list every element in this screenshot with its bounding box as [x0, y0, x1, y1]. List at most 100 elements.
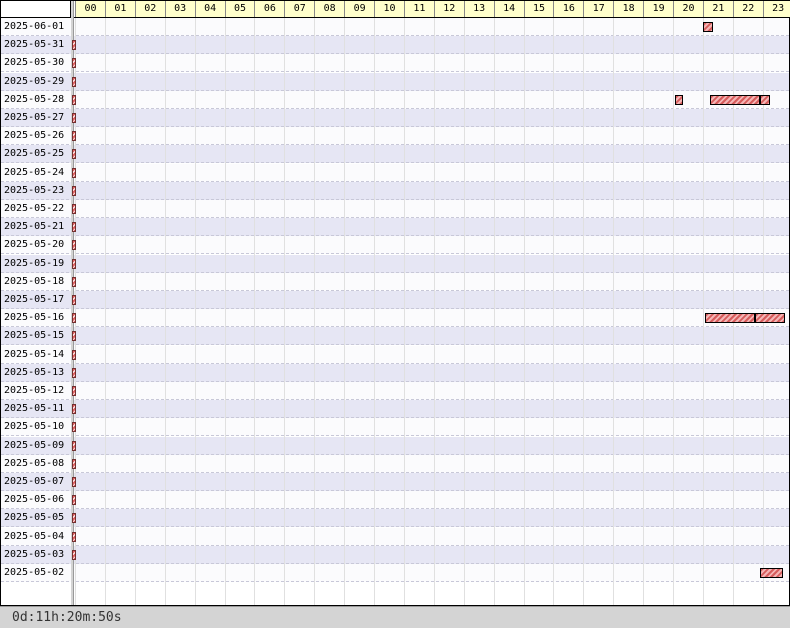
hour-gridline — [762, 18, 764, 605]
date-row: 2025-05-05 — [1, 509, 789, 528]
day-start-marker — [72, 185, 76, 196]
hour-column-header: 07 — [284, 1, 315, 17]
date-row: 2025-05-20 — [1, 236, 789, 255]
date-label: 2025-05-02 — [4, 567, 65, 578]
session-bar[interactable] — [702, 22, 713, 32]
day-start-marker — [72, 40, 76, 51]
hour-gridline — [284, 18, 286, 605]
date-row: 2025-05-03 — [1, 545, 789, 564]
day-start-marker — [72, 276, 76, 287]
day-start-marker — [72, 58, 76, 69]
date-row: 2025-05-08 — [1, 454, 789, 473]
date-label: 2025-05-21 — [4, 221, 65, 233]
hour-column-header: 20 — [673, 1, 703, 17]
date-label: 2025-05-16 — [4, 312, 65, 324]
session-bar[interactable] — [755, 313, 786, 324]
date-row: 2025-05-26 — [1, 127, 789, 146]
header-corner — [1, 1, 71, 17]
date-label: 2025-05-29 — [4, 75, 65, 87]
hour-gridline — [164, 18, 166, 605]
session-bar[interactable] — [760, 568, 783, 578]
hour-column-header: 18 — [613, 1, 644, 17]
date-row: 2025-05-22 — [1, 200, 789, 218]
date-row: 2025-05-13 — [1, 363, 789, 382]
hour-gridline — [643, 18, 645, 605]
hour-gridline — [673, 18, 674, 605]
date-row: 2025-05-02 — [1, 564, 789, 582]
date-row: 2025-05-17 — [1, 291, 789, 309]
session-bar[interactable] — [675, 94, 683, 105]
hour-gridline — [463, 18, 465, 605]
date-label: 2025-05-25 — [4, 148, 65, 160]
date-row: 2025-05-06 — [1, 491, 789, 510]
date-row: 2025-05-31 — [1, 36, 789, 55]
date-label: 2025-05-09 — [4, 439, 65, 451]
date-label: 2025-05-19 — [4, 257, 65, 269]
date-label: 2025-05-26 — [4, 130, 65, 142]
hour-column-header: 22 — [732, 1, 763, 17]
date-row: 2025-05-09 — [1, 436, 789, 455]
day-start-marker — [72, 386, 76, 396]
status-bar: 0d:11h:20m:50s — [0, 606, 790, 628]
day-start-marker — [72, 549, 76, 560]
hour-column-header: 14 — [493, 1, 524, 17]
hour-column-header: 00 — [75, 1, 105, 17]
day-start-marker — [72, 349, 76, 360]
day-start-marker — [72, 149, 76, 160]
day-start-marker — [72, 458, 76, 469]
date-row: 2025-05-18 — [1, 272, 789, 291]
session-bar[interactable] — [705, 313, 756, 324]
date-row: 2025-05-14 — [1, 345, 789, 364]
hour-column-header: 08 — [314, 1, 345, 17]
day-start-marker — [72, 331, 76, 342]
date-row: 2025-05-21 — [1, 218, 789, 237]
hour-gridline — [523, 18, 525, 605]
date-row: 2025-05-11 — [1, 400, 789, 419]
day-start-marker — [72, 222, 76, 233]
hour-gridline — [254, 18, 256, 605]
hour-column-header: 03 — [164, 1, 195, 17]
hour-column-header: 11 — [403, 1, 434, 17]
day-start-marker — [72, 422, 76, 433]
hour-column-header: 06 — [254, 1, 285, 17]
day-start-marker — [72, 495, 76, 506]
date-label: 2025-05-12 — [4, 385, 65, 396]
date-row: 2025-05-19 — [1, 254, 789, 273]
hour-gridline — [134, 18, 136, 605]
hour-column-header: 10 — [374, 1, 404, 17]
date-row: 2025-05-28 — [1, 90, 789, 109]
date-row: 2025-05-07 — [1, 473, 789, 491]
hour-column-header: 23 — [762, 1, 790, 17]
date-label: 2025-05-15 — [4, 330, 65, 342]
date-label: 2025-05-11 — [4, 403, 65, 415]
date-label: 2025-05-05 — [4, 512, 65, 524]
date-label: 2025-05-03 — [4, 548, 65, 560]
hour-column-header: 01 — [104, 1, 135, 17]
date-row: 2025-05-12 — [1, 382, 789, 400]
date-label: 2025-05-14 — [4, 348, 65, 360]
hour-gridline — [224, 18, 226, 605]
hour-gridline — [553, 18, 555, 605]
date-label: 2025-05-04 — [4, 530, 65, 542]
day-start-marker — [72, 513, 76, 524]
session-bar[interactable] — [760, 94, 771, 105]
day-start-marker — [72, 113, 76, 123]
day-start-marker — [72, 258, 76, 269]
date-row: 2025-05-04 — [1, 527, 789, 546]
date-label: 2025-05-08 — [4, 457, 65, 469]
session-bar[interactable] — [710, 94, 761, 105]
day-start-marker — [72, 76, 76, 87]
day-start-marker — [72, 531, 76, 542]
hour-column-header: 13 — [463, 1, 494, 17]
hour-column-header: 04 — [194, 1, 225, 17]
date-row: 2025-05-10 — [1, 418, 789, 437]
date-label: 2025-05-10 — [4, 421, 65, 433]
hour-header: 00 01 02 03 04 05 06 07 08 09 10 11 12 13 14 15 16 17 18 19… — [1, 1, 790, 18]
hour-gridline — [493, 18, 495, 605]
hour-gridline — [104, 18, 106, 605]
date-row: 2025-05-29 — [1, 72, 789, 91]
date-row: 2025-05-23 — [1, 181, 789, 200]
hour-column-header: 19 — [643, 1, 674, 17]
hour-column-header: 21 — [702, 1, 733, 17]
hour-gridline — [583, 18, 585, 605]
